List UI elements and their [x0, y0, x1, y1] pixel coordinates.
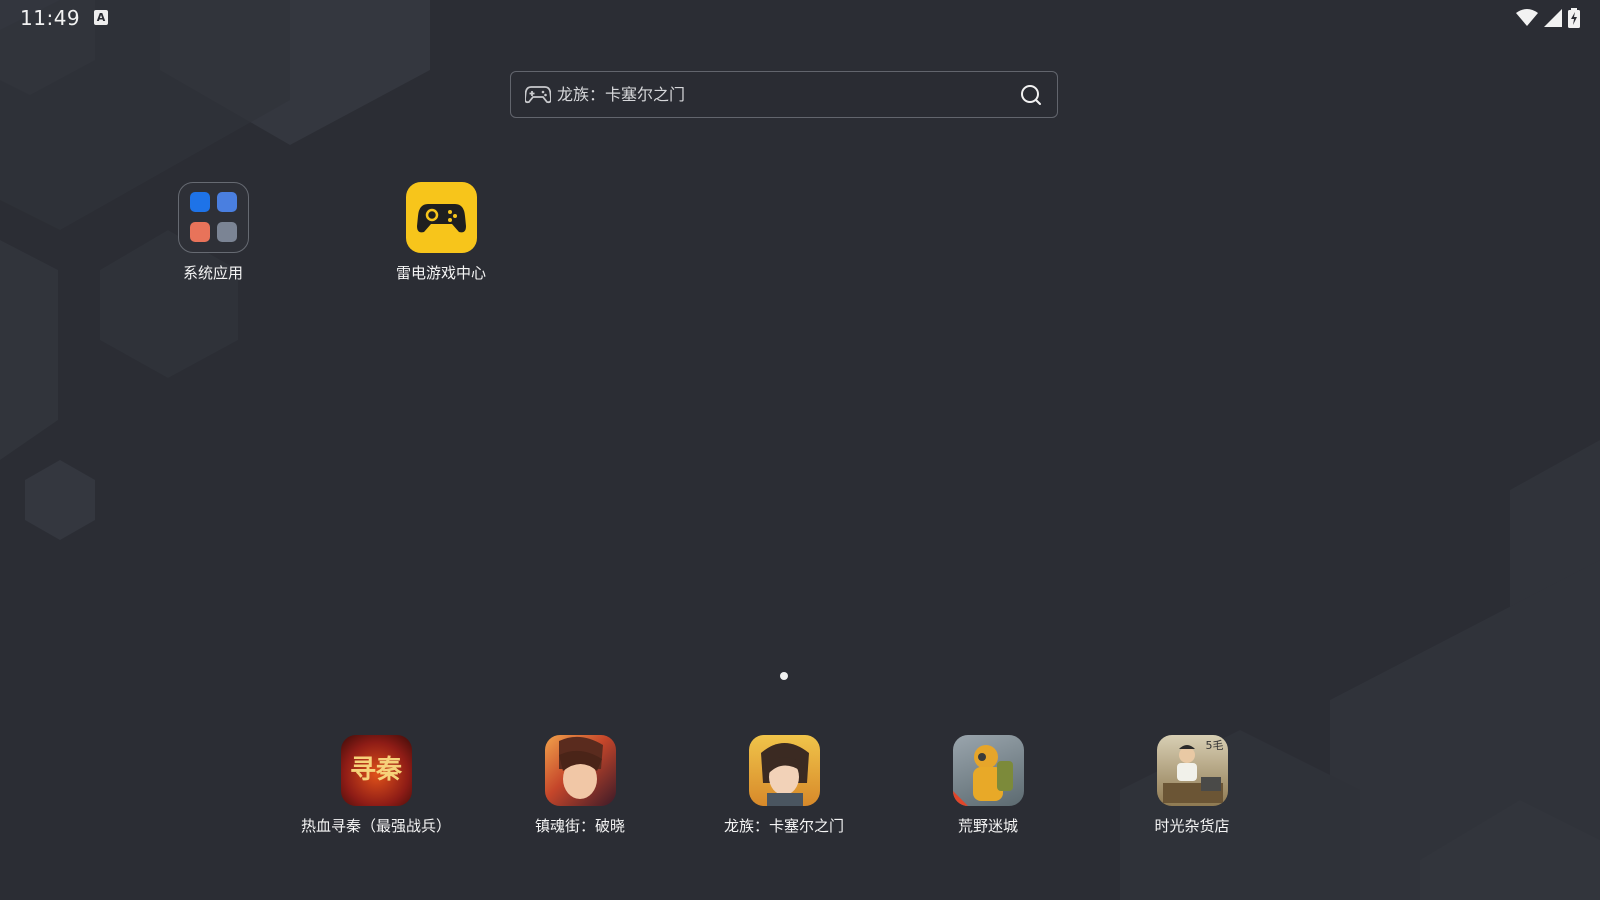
huangye-micheng-icon — [952, 735, 1024, 806]
game-center-icon — [405, 182, 477, 253]
battery-charging-icon — [1568, 8, 1580, 28]
search-icon[interactable] — [1019, 83, 1043, 107]
status-time: 11:49 — [20, 6, 81, 30]
longzu-icon — [748, 735, 820, 806]
app-label: 雷电游戏中心 — [395, 264, 486, 282]
app-label: 系统应用 — [182, 264, 243, 282]
browser-mini-icon — [216, 192, 237, 212]
character-portrait-icon — [760, 743, 809, 806]
app-label: 荒野迷城 — [957, 817, 1018, 835]
app-label: 龙族：卡塞尔之门 — [723, 817, 844, 835]
system-apps-folder-icon — [177, 182, 249, 253]
app-shiguang-zahuodian[interactable]: 5毛 时光杂货店 — [1117, 735, 1267, 836]
wifi-icon — [1516, 9, 1538, 26]
character-hazmat-icon — [952, 745, 1013, 806]
app-label: 热血寻秦（最强战兵） — [301, 817, 452, 835]
ime-icon: A — [94, 10, 108, 25]
app-longzu[interactable]: 龙族：卡塞尔之门 — [709, 735, 859, 836]
app-zhenhunjie[interactable]: 镇魂街：破晓 — [505, 735, 655, 836]
shiguang-zahuodian-icon: 5毛 — [1156, 735, 1228, 806]
gamepad-icon — [525, 86, 551, 104]
app-label: 时光杂货店 — [1154, 817, 1230, 835]
app-game-center[interactable]: 雷电游戏中心 — [366, 182, 516, 283]
page-indicator-dot — [780, 672, 788, 680]
gallery-mini-icon — [189, 222, 210, 242]
gamepad-icon — [416, 204, 466, 233]
app-system-apps-folder[interactable]: 系统应用 — [138, 182, 288, 283]
system-icons — [1516, 8, 1580, 28]
app-label: 镇魂街：破晓 — [534, 817, 625, 835]
character-portrait-icon — [558, 736, 603, 799]
rexue-xunqin-icon: 寻秦 — [340, 735, 412, 806]
contacts-mini-icon — [216, 222, 237, 242]
search-input[interactable] — [557, 72, 1007, 117]
app-huangye-micheng[interactable]: 荒野迷城 — [913, 735, 1063, 836]
zhenhunjie-icon — [544, 735, 616, 806]
search-bar[interactable] — [510, 71, 1058, 118]
status-bar: 11:49 A — [0, 0, 1600, 36]
settings-mini-icon — [189, 192, 210, 212]
icon-art-text: 寻秦 — [349, 755, 402, 785]
app-rexue-xunqin[interactable]: 寻秦 热血寻秦（最强战兵） — [301, 735, 451, 836]
cellular-signal-icon — [1544, 9, 1562, 27]
icon-art-text: 5毛 — [1205, 739, 1224, 752]
